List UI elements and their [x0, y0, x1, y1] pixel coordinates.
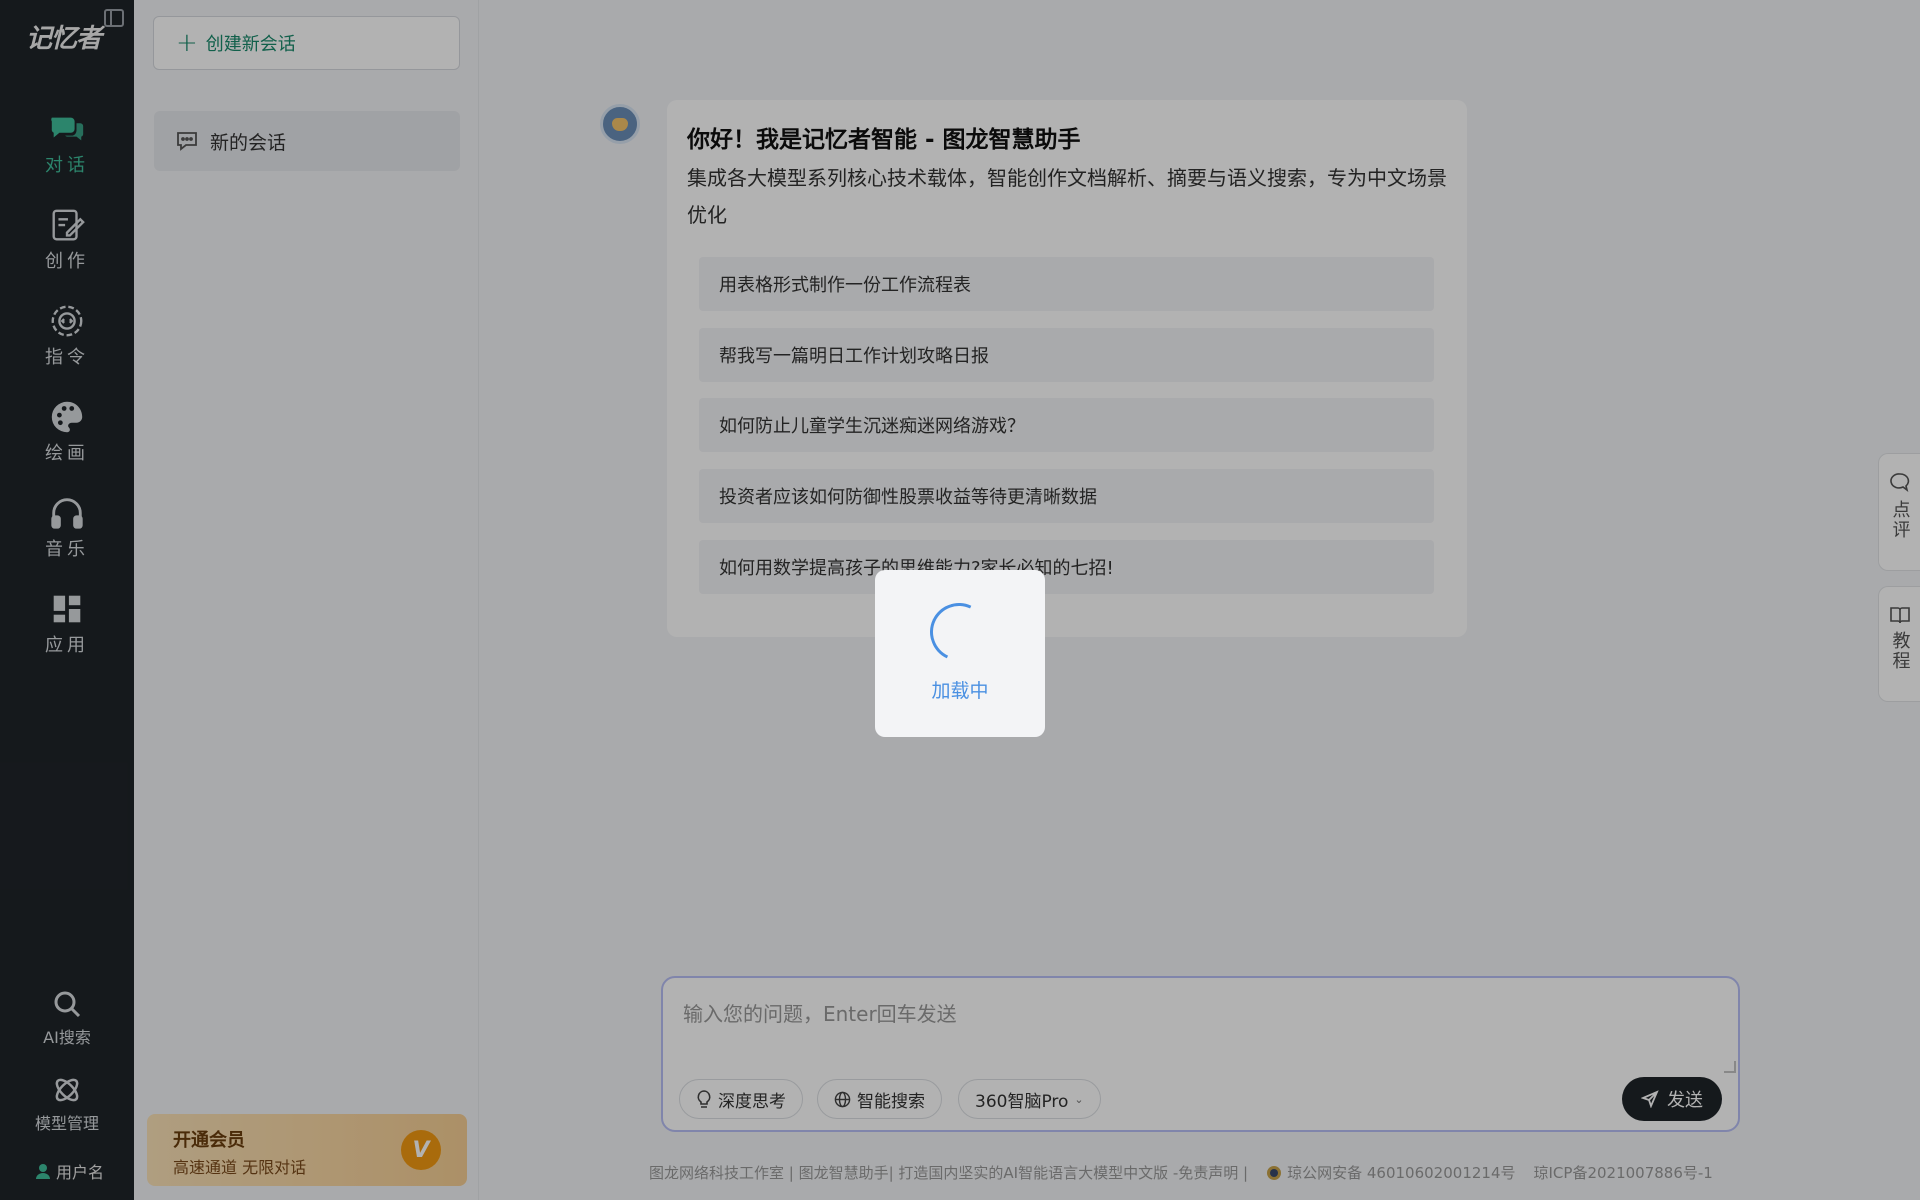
loading-spinner-icon — [921, 594, 997, 670]
loading-dialog: 加载中 — [875, 570, 1045, 737]
loading-text: 加载中 — [931, 680, 989, 702]
